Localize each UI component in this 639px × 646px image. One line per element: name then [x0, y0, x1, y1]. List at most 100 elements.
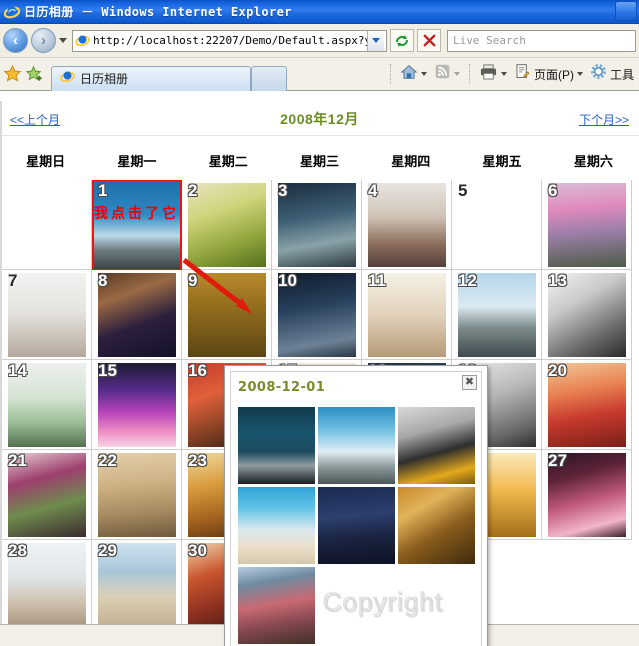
calendar-month-title: 2008年12月	[280, 111, 359, 127]
calendar-cell-day-21[interactable]: 21	[2, 450, 92, 540]
new-tab-button[interactable]	[251, 65, 287, 91]
popup-photo-2[interactable]	[318, 407, 395, 484]
address-input-value[interactable]: http://localhost:22207/Demo/Default.aspx…	[93, 34, 367, 47]
window-controls[interactable]	[615, 1, 637, 21]
calendar-cell-day-3[interactable]: 3	[272, 180, 362, 270]
popup-photo-empty-slot	[398, 567, 475, 644]
popup-photo-image	[238, 487, 315, 564]
day-number: 9	[188, 271, 198, 290]
calendar-cell-day-10[interactable]: 10	[272, 270, 362, 360]
day-number: 4	[368, 181, 378, 200]
calendar-cell-day-1[interactable]: 1 我点击了它	[92, 180, 182, 270]
print-button[interactable]	[477, 61, 509, 87]
calendar-cell-day-4[interactable]: 4	[362, 180, 452, 270]
popup-inner: 2008-12-01 ✖ Copyright 查看更多精彩图片...	[230, 371, 482, 646]
day-number: 14	[8, 361, 27, 380]
calendar-cell-day-27[interactable]: 27	[542, 450, 632, 540]
popup-title: 2008-12-01	[238, 380, 326, 395]
calendar-cell-day-22[interactable]: 22	[92, 450, 182, 540]
calendar-cell-day-11[interactable]: 11	[362, 270, 452, 360]
day-number: 6	[548, 181, 558, 200]
day-number: 23	[188, 451, 207, 470]
home-button[interactable]	[398, 61, 429, 88]
address-dropdown-button[interactable]	[367, 30, 384, 51]
photo-thumbnail-image	[98, 273, 176, 357]
popup-photo-5[interactable]	[318, 487, 395, 564]
day-number: 27	[548, 451, 567, 470]
calendar-cell-day-2[interactable]: 2	[182, 180, 272, 270]
weekday-saturday: 星期六	[573, 154, 613, 169]
popup-photo-3[interactable]	[398, 407, 475, 484]
printer-icon	[479, 63, 498, 85]
rss-feed-icon	[434, 63, 451, 85]
day-number: 10	[278, 271, 297, 290]
day-thumbnail	[278, 183, 356, 267]
calendar-cell-empty	[2, 180, 92, 270]
calendar-cell-day-20[interactable]: 20	[542, 360, 632, 450]
day-thumbnail	[458, 183, 536, 267]
calendar-cell-day-5[interactable]: 5	[452, 180, 542, 270]
calendar-cell-day-28[interactable]: 28	[2, 540, 92, 630]
day-number: 11	[368, 271, 386, 290]
gear-icon	[590, 63, 607, 85]
ie-browser-window: 日历相册 － Windows Internet Explorer ‹ › htt…	[0, 0, 639, 646]
prev-month-link[interactable]: <<上个月	[10, 111, 60, 128]
photo-thumbnail-image	[548, 183, 626, 267]
weekday-friday: 星期五	[482, 154, 522, 169]
day-thumbnail	[188, 273, 266, 357]
tab-calendar-album[interactable]: 日历相册	[51, 65, 251, 91]
day-number: 22	[98, 451, 117, 470]
minimize-button[interactable]	[615, 1, 637, 21]
next-month-link[interactable]: 下个月>>	[579, 111, 629, 128]
chevron-down-icon	[576, 72, 583, 76]
weekday-thursday: 星期四	[391, 154, 431, 169]
calendar-cell-day-13[interactable]: 13	[542, 270, 632, 360]
search-placeholder: Live Search	[453, 34, 526, 47]
calendar-cell-day-15[interactable]: 15	[92, 360, 182, 450]
add-to-favorites-icon[interactable]	[25, 64, 45, 84]
popup-photo-image	[238, 407, 315, 484]
calendar-cell-day-12[interactable]: 12	[452, 270, 542, 360]
tab-strip: 日历相册	[51, 58, 287, 91]
page-menu-label: 页面(P)	[533, 67, 574, 82]
popup-photo-6[interactable]	[398, 487, 475, 564]
day-number: 8	[98, 271, 108, 290]
calendar-cell-day-9[interactable]: 9	[182, 270, 272, 360]
weekday-sunday: 星期日	[26, 154, 66, 169]
photo-thumbnail-image	[8, 273, 86, 357]
toolbar-divider	[468, 64, 470, 84]
calendar-cell-day-14[interactable]: 14	[2, 360, 92, 450]
popup-photo-1[interactable]	[238, 407, 315, 484]
calendar-cell-day-6[interactable]: 6	[542, 180, 632, 270]
refresh-icon[interactable]	[390, 29, 414, 52]
popup-photo-image	[398, 487, 475, 564]
feeds-button[interactable]	[432, 61, 462, 87]
tools-menu-button[interactable]: 工具	[588, 61, 636, 87]
calendar-cell-day-7[interactable]: 7	[2, 270, 92, 360]
popup-photo-7[interactable]	[238, 567, 315, 644]
day-number: 30	[188, 541, 207, 560]
weekday-monday: 星期一	[117, 154, 157, 169]
star-icon[interactable]	[3, 64, 23, 84]
calendar-cell-day-29[interactable]: 29	[92, 540, 182, 630]
photo-thumbnail-image	[278, 183, 356, 267]
chevron-down-icon	[500, 72, 507, 76]
calendar-cell-day-8[interactable]: 8	[92, 270, 182, 360]
close-icon[interactable]: ✖	[462, 375, 477, 390]
popup-photo-image	[318, 407, 395, 484]
chevron-down-icon	[372, 38, 380, 43]
weekday-header-row: 星期日 星期一 星期二 星期三 星期四 星期五 星期六	[0, 136, 639, 180]
toolbar-divider	[389, 64, 391, 84]
search-input[interactable]: Live Search	[447, 29, 636, 52]
popup-photo-image	[398, 407, 475, 484]
ie-logo-icon	[3, 4, 21, 20]
chevron-down-icon[interactable]	[59, 38, 67, 43]
page-menu-button[interactable]: 页面(P)	[512, 61, 585, 87]
navigation-toolbar: ‹ › http://localhost:22207/Demo/Default.…	[0, 24, 639, 58]
address-bar[interactable]: http://localhost:22207/Demo/Default.aspx…	[72, 29, 387, 52]
stop-icon[interactable]	[417, 29, 441, 52]
back-arrow-icon[interactable]: ‹	[3, 28, 28, 53]
day-number: 7	[8, 271, 18, 290]
popup-photo-4[interactable]	[238, 487, 315, 564]
forward-arrow-icon[interactable]: ›	[31, 28, 56, 53]
